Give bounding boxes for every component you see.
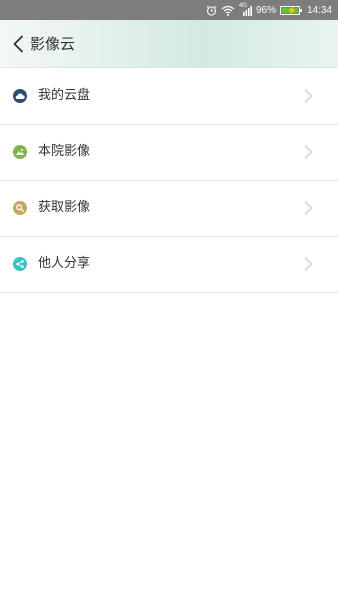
clock-time: 14:34 [306,4,332,16]
signal-icon: 4G [238,2,252,16]
page-title: 影像云 [30,35,76,53]
app-header: 影像云 [0,20,338,68]
status-bar: 4G 96% ⚡ 14:34 [0,0,338,20]
search-icon [13,201,27,215]
back-button[interactable] [8,32,28,56]
menu-item-label: 获取影像 [38,200,91,215]
menu-item-get-images[interactable]: 获取影像 [0,181,338,237]
chevron-right-icon [304,201,313,215]
alarm-icon [206,5,217,16]
chevron-left-icon [13,35,23,53]
menu-item-shared-by-others[interactable]: 他人分享 [0,237,338,293]
battery-percent: 96% [255,4,276,16]
chevron-right-icon [304,257,313,271]
status-bar-right: 4G 96% ⚡ 14:34 [206,0,332,20]
battery-icon: ⚡ [279,5,302,15]
chevron-right-icon [304,89,313,103]
menu-item-label: 我的云盘 [38,88,91,103]
share-icon [13,257,27,271]
image-icon [13,145,27,159]
wifi-icon [221,5,235,16]
menu-item-my-cloud[interactable]: 我的云盘 [0,69,338,125]
menu-list: 我的云盘 本院影像 获取影像 他人分享 [0,69,338,293]
network-type: 4G [238,2,247,9]
cloud-icon [13,89,27,103]
menu-item-hospital-images[interactable]: 本院影像 [0,125,338,181]
chevron-right-icon [304,145,313,159]
menu-item-label: 本院影像 [38,144,91,159]
menu-item-label: 他人分享 [38,256,91,271]
